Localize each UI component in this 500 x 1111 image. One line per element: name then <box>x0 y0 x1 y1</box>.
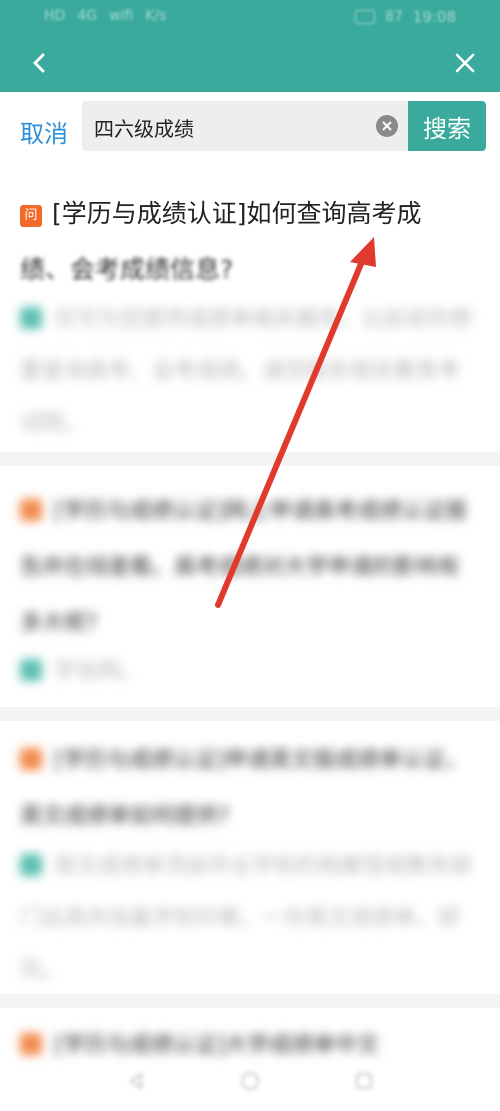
cancel-button[interactable]: 取消 <box>20 114 68 149</box>
clear-button[interactable] <box>376 115 398 137</box>
close-button[interactable] <box>448 46 482 80</box>
search-query[interactable]: 四六级成绩 <box>94 113 194 142</box>
back-triangle-icon[interactable] <box>124 1069 148 1093</box>
battery-level: 87 <box>384 9 403 25</box>
result-title-line1: [学历与成绩认证]如何查询高考成 <box>52 199 422 228</box>
result-title[interactable]: [学历与成绩认证]网上申请高考成绩认证报告并在线查看。高考成绩对大学申请的影响有… <box>20 484 480 652</box>
result-snippet: 学信网。 <box>20 646 480 698</box>
clock: 19:08 <box>412 8 456 26</box>
result-item[interactable]: [学历与成绩认证]网上申请高考成绩认证报告并在线查看。高考成绩对大学申请的影响有… <box>0 452 500 684</box>
results-list: 问 [学历与成绩认证]如何查询高考成 绩、会考成绩信息? 仅可为您提供成绩单相关服… <box>0 162 500 1111</box>
result-snippet: 英文成绩单须由毕业学校的档案馆或教务部门出具并加盖学校印章。一份英文成绩单，研究… <box>20 854 473 983</box>
nav-row <box>0 34 500 92</box>
answer-badge <box>20 307 42 329</box>
result-item[interactable]: [学历与成绩认证]申请英文版成绩单认证，英文成绩单如何提供? 英文成绩单须由毕业… <box>0 707 500 983</box>
signal-icon: 4G <box>77 8 98 24</box>
home-circle-icon[interactable] <box>238 1069 262 1093</box>
question-badge <box>20 748 42 770</box>
system-nav-bar <box>0 1050 500 1111</box>
question-badge: 问 <box>20 205 42 227</box>
question-badge <box>20 499 42 521</box>
result-item[interactable]: [学历与成绩认证]大学成绩单中文 <box>0 994 500 1058</box>
battery-icon <box>354 10 375 24</box>
answer-badge <box>20 854 42 876</box>
wifi-icon: wifi <box>109 8 134 24</box>
network-speed: K/s <box>145 8 167 24</box>
back-button[interactable] <box>22 46 56 80</box>
status-bar: HD 4G wifi K/s 87 19:08 <box>0 0 500 34</box>
chevron-left-icon <box>33 53 45 73</box>
status-right: 87 19:08 <box>354 8 456 26</box>
result-title[interactable]: [学历与成绩认证]申请英文版成绩单认证，英文成绩单如何提供? <box>20 733 480 845</box>
search-button[interactable]: 搜索 <box>408 101 486 151</box>
result-title[interactable]: 问 [学历与成绩认证]如何查询高考成 绩、会考成绩信息? <box>20 186 480 298</box>
result-title-line2: 绩、会考成绩信息? <box>20 255 234 284</box>
recent-square-icon[interactable] <box>352 1069 376 1093</box>
app-header: HD 4G wifi K/s 87 19:08 <box>0 0 500 92</box>
answer-badge <box>20 659 42 681</box>
status-left: HD 4G wifi K/s <box>44 8 166 24</box>
close-icon <box>455 53 475 73</box>
hd-icon: HD <box>44 8 66 24</box>
search-input[interactable]: 四六级成绩 <box>82 101 408 151</box>
result-snippet: 仅可为您提供成绩单相关服务。比如说你想要查询高考、会考成绩。请您联系相关教育考试… <box>20 307 473 436</box>
clear-icon <box>382 121 392 131</box>
